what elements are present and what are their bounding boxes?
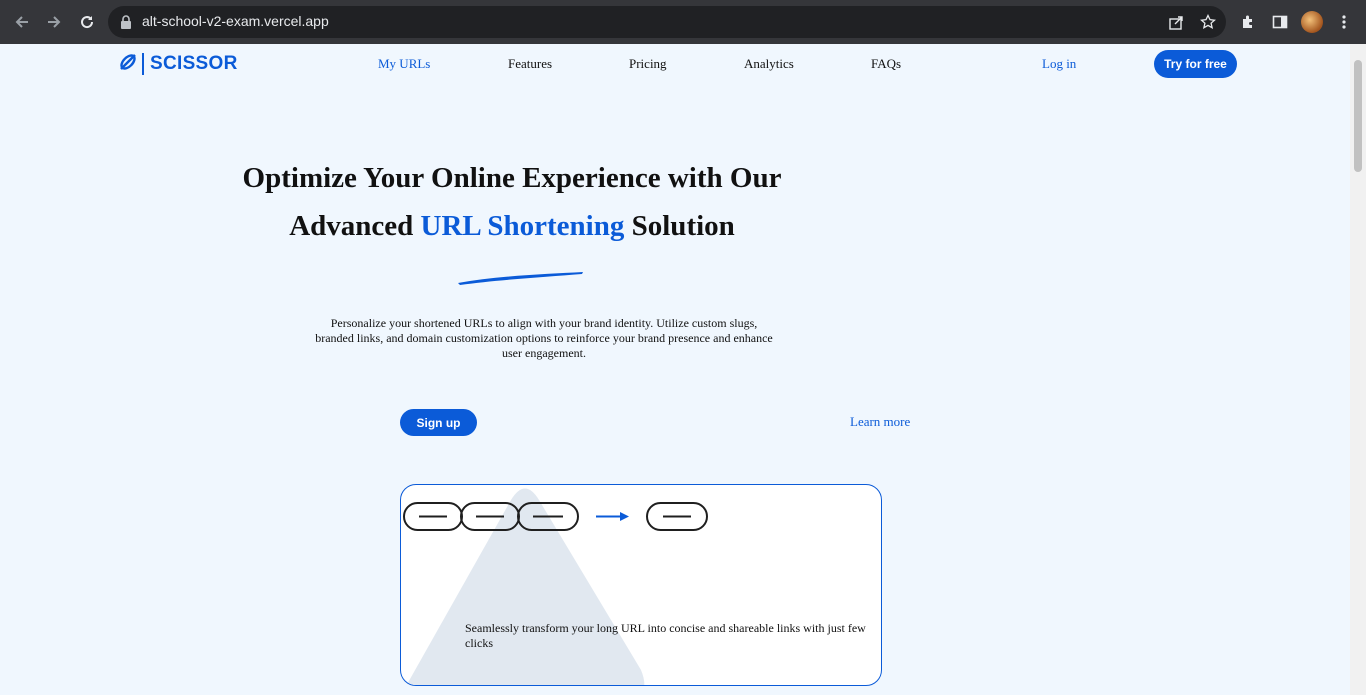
brush-underline-decoration <box>458 272 583 285</box>
hero-description: Personalize your shortened URLs to align… <box>315 316 773 360</box>
signup-button[interactable]: Sign up <box>400 409 477 436</box>
hero-title-highlight: URL Shortening <box>420 210 625 242</box>
reload-icon[interactable] <box>75 10 99 34</box>
puzzle-icon[interactable] <box>1238 12 1258 32</box>
link-icon <box>118 52 138 77</box>
try-for-free-button[interactable]: Try for free <box>1154 50 1237 78</box>
logo[interactable]: SCISSOR <box>118 52 238 76</box>
url-text: alt-school-v2-exam.vercel.app <box>142 13 329 29</box>
hero-title-line2-end: Solution <box>624 210 735 242</box>
card-caption: Seamlessly transform your long URL into … <box>465 621 866 650</box>
nav-analytics[interactable]: Analytics <box>744 56 794 72</box>
chain-links-illustration <box>403 502 708 531</box>
login-link[interactable]: Log in <box>1042 56 1076 72</box>
star-icon[interactable] <box>1200 14 1216 30</box>
learn-more-link[interactable]: Learn more <box>850 414 910 430</box>
nav-my-urls[interactable]: My URLs <box>378 56 430 72</box>
kebab-menu-icon[interactable] <box>1334 12 1354 32</box>
feature-card: Seamlessly transform your long URL into … <box>400 484 882 686</box>
logo-divider <box>142 53 144 75</box>
back-arrow-icon[interactable] <box>10 10 34 34</box>
nav-faqs[interactable]: FAQs <box>871 56 901 72</box>
share-icon[interactable] <box>1168 14 1184 30</box>
hero-title-line2-start: Advanced <box>289 210 421 242</box>
address-bar[interactable]: alt-school-v2-exam.vercel.app <box>108 6 1226 38</box>
hero-title: Optimize Your Online Experience with Our… <box>232 154 792 250</box>
avatar[interactable] <box>1301 11 1323 33</box>
page: SCISSOR My URLs Features Pricing Analyti… <box>0 44 1350 695</box>
right-arrow-icon <box>596 512 629 521</box>
forward-arrow-icon[interactable] <box>42 10 66 34</box>
browser-toolbar: alt-school-v2-exam.vercel.app <box>0 0 1366 44</box>
vertical-scrollbar[interactable] <box>1350 44 1366 695</box>
logo-text: SCISSOR <box>150 53 238 74</box>
nav-pricing[interactable]: Pricing <box>629 56 667 72</box>
hero-title-line1: Optimize Your Online Experience with Our <box>242 162 782 194</box>
nav-features[interactable]: Features <box>508 56 552 72</box>
side-panel-icon[interactable] <box>1270 12 1290 32</box>
lock-icon <box>118 14 134 30</box>
scrollbar-thumb[interactable] <box>1354 60 1362 172</box>
